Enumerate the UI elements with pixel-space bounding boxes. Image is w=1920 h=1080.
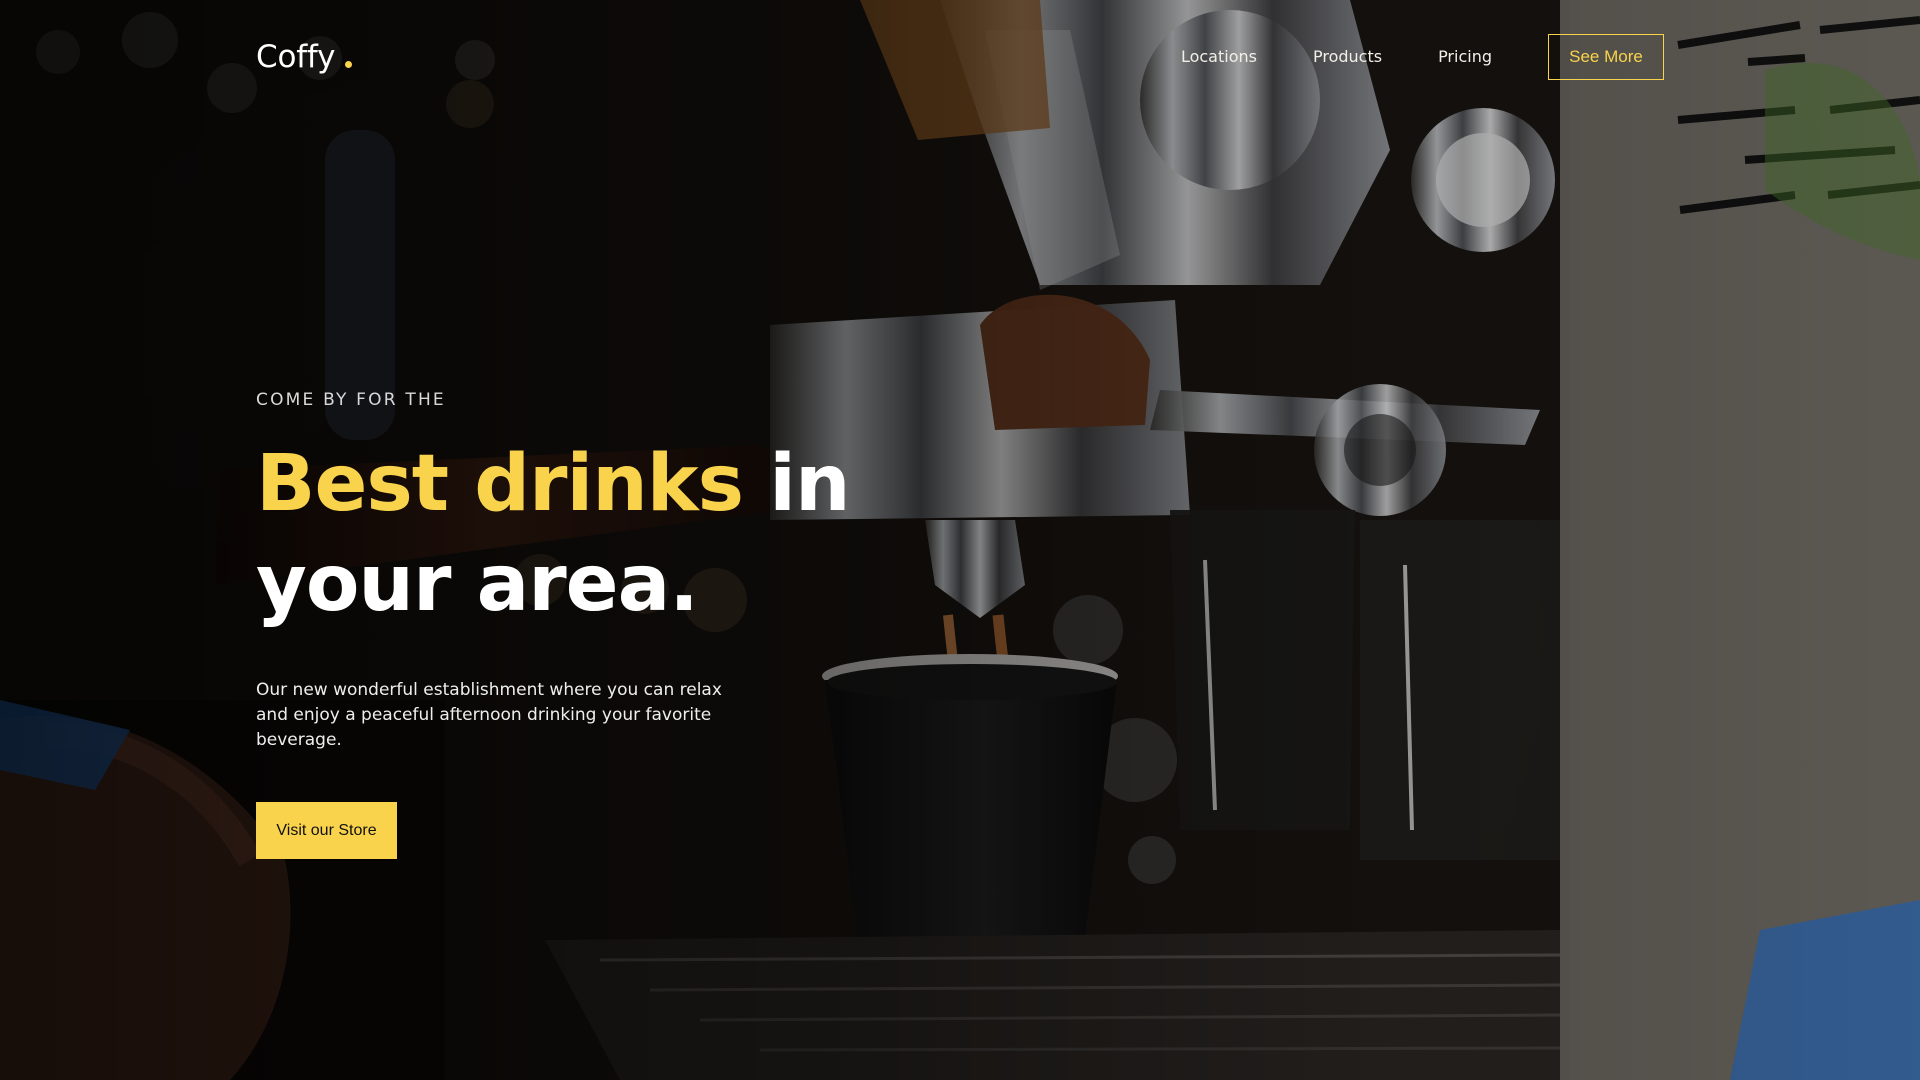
see-more-button[interactable]: See More <box>1548 34 1664 80</box>
visit-store-button[interactable]: Visit our Store <box>256 802 397 859</box>
main-nav-links: Locations Products Pricing <box>1181 49 1492 65</box>
brand-name: Coffy <box>256 38 336 75</box>
top-navigation: Coffy Locations Products Pricing See Mor… <box>256 34 1664 80</box>
hero-section: Coffy Locations Products Pricing See Mor… <box>0 0 1920 1080</box>
nav-link-products[interactable]: Products <box>1313 49 1382 65</box>
nav-link-pricing[interactable]: Pricing <box>1438 49 1492 65</box>
nav-right-group: Locations Products Pricing See More <box>1181 34 1664 80</box>
hero-eyebrow: COME BY FOR THE <box>256 390 446 410</box>
nav-link-locations[interactable]: Locations <box>1181 49 1257 65</box>
coffy-logo[interactable]: Coffy <box>256 38 353 75</box>
hero-content: COME BY FOR THE Best drinks in your area… <box>256 390 1036 859</box>
headline-highlight: Best drinks <box>256 439 744 529</box>
hero-headline: Best drinks in your area. <box>256 434 1036 634</box>
yellow-dot-icon <box>345 60 353 68</box>
hero-description: Our new wonderful establishment where yo… <box>256 680 722 750</box>
